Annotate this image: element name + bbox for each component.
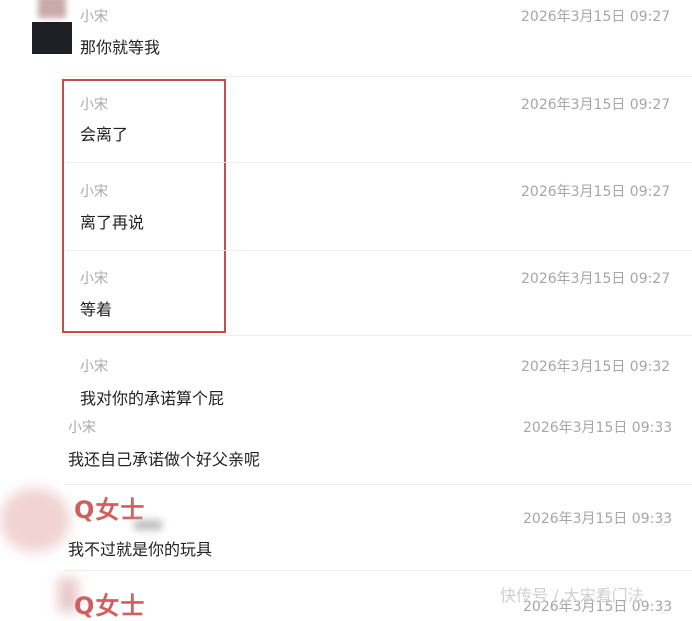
message-text: 那你就等我 [80, 38, 161, 57]
message-sender: 小宋 [80, 97, 108, 113]
message-sender: 小宋 [68, 420, 96, 436]
message-timestamp: 2026年3月15日 09:33 [523, 511, 673, 527]
message-sender: 小宋 [80, 271, 108, 287]
divider [64, 570, 692, 571]
message-timestamp: 2026年3月15日 09:33 [523, 420, 673, 436]
message-sender: 小宋 [80, 359, 108, 375]
highlight-box [62, 79, 226, 333]
divider [66, 162, 692, 163]
avatar-blurred [0, 488, 70, 552]
message-text: 离了再说 [80, 213, 145, 232]
message-timestamp: 2026年3月15日 09:27 [521, 271, 671, 287]
message-text: 我不过就是你的玩具 [68, 540, 213, 559]
message-timestamp: 2026年3月15日 09:32 [521, 359, 671, 375]
message-timestamp: 2026年3月15日 09:27 [521, 9, 671, 25]
watermark: 快传号 / 大宋看门法 [500, 586, 644, 605]
message-sender: Q女士 [74, 592, 146, 620]
message-sender: 小宋 [80, 9, 108, 25]
message-text: 我还自己承诺做个好父亲呢 [68, 450, 261, 469]
message-timestamp: 2026年3月15日 09:27 [521, 184, 671, 200]
divider [64, 484, 692, 485]
message-sender: 小宋 [80, 184, 108, 200]
blurred-redaction [134, 520, 162, 530]
message-text: 等着 [80, 300, 113, 319]
message-timestamp: 2026年3月15日 09:27 [521, 97, 671, 113]
message-text: 会离了 [80, 125, 129, 144]
divider [64, 335, 692, 336]
divider [66, 250, 692, 251]
divider [64, 76, 692, 77]
avatar-blurred [32, 0, 72, 56]
message-text: 我对你的承诺算个屁 [80, 389, 225, 408]
